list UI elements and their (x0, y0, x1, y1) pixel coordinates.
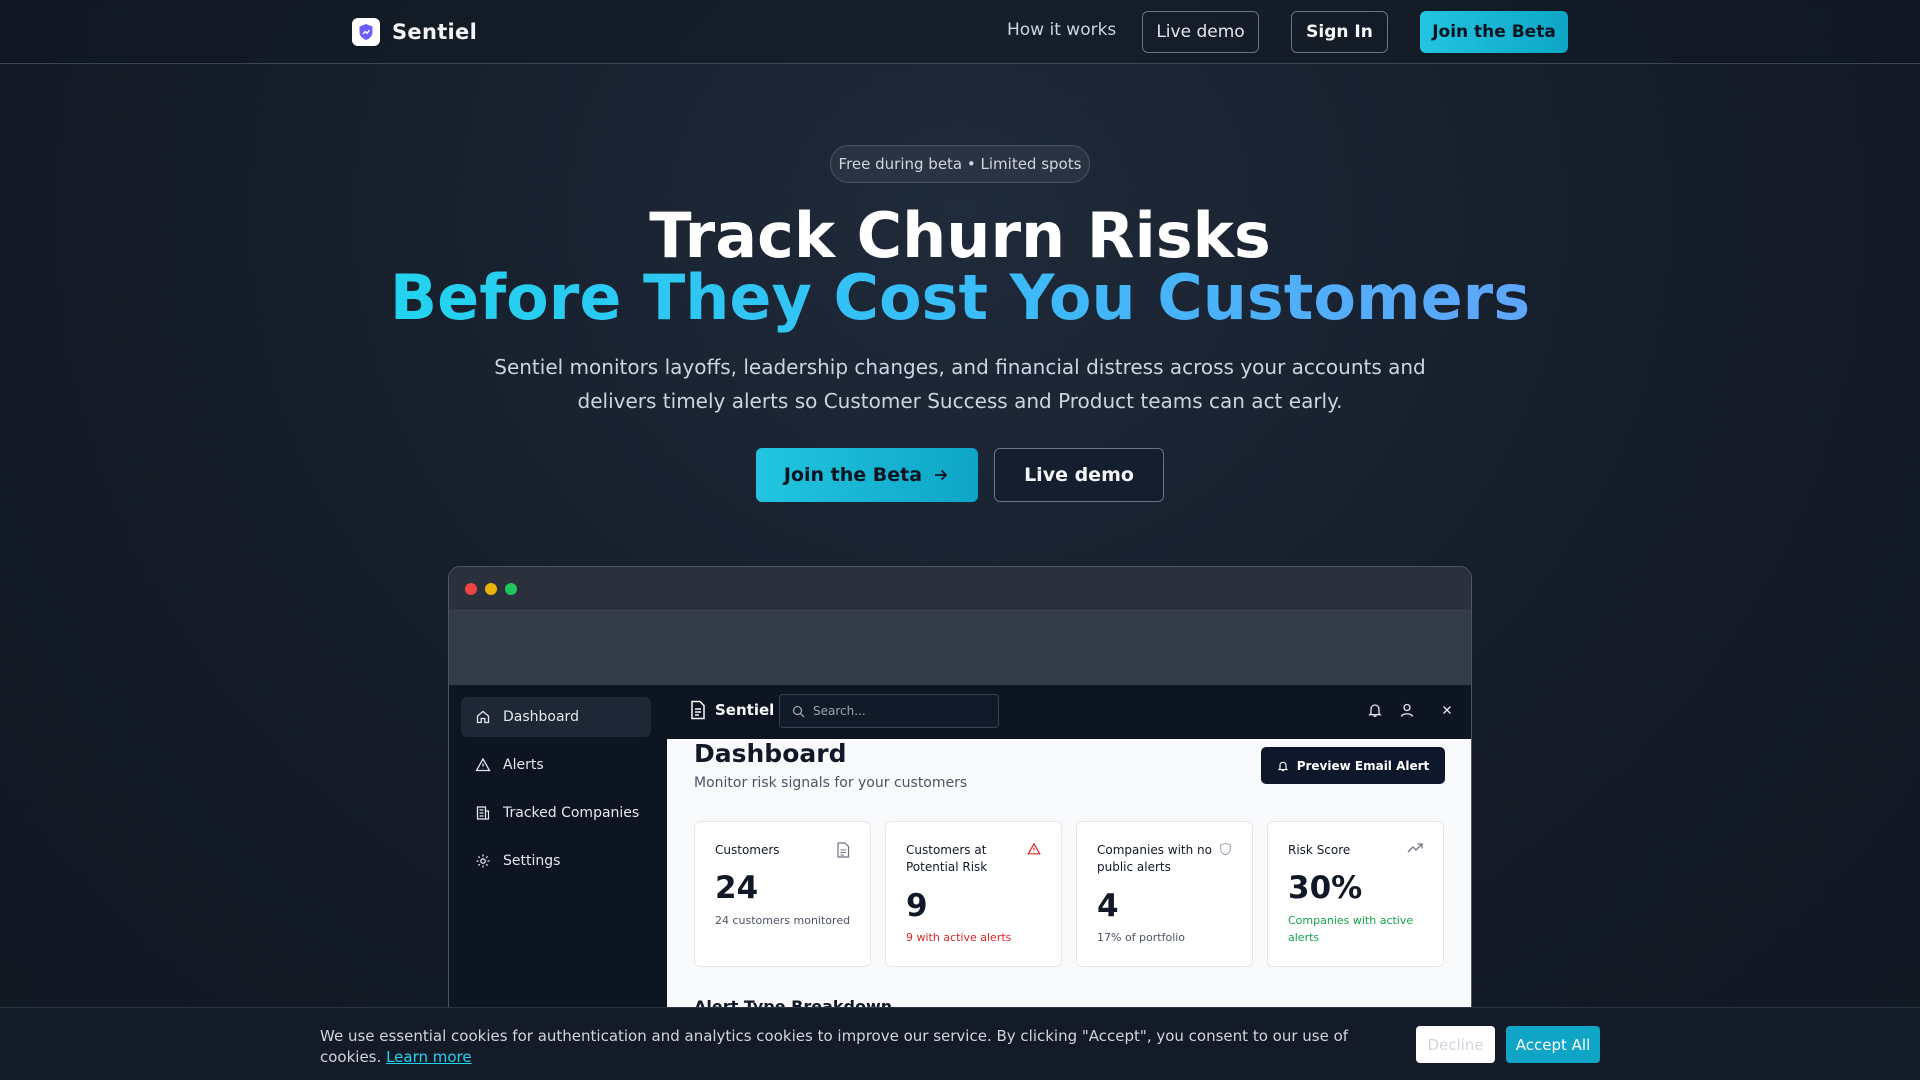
document-icon (837, 842, 850, 858)
building-icon (476, 806, 490, 820)
cookie-message: We use essential cookies for authenticat… (320, 1026, 1400, 1068)
close-icon[interactable] (1439, 702, 1455, 718)
sidebar-item-settings[interactable]: Settings (461, 841, 651, 881)
preview-email-alert-label: Preview Email Alert (1296, 758, 1430, 773)
nav-link-how-it-works[interactable]: How it works (1007, 20, 1116, 40)
card-label: Companies with no public alerts (1097, 843, 1212, 874)
topbar-actions (1367, 702, 1455, 718)
sidebar-item-dashboard[interactable]: Dashboard (461, 697, 651, 737)
document-icon (691, 700, 705, 720)
search-icon (792, 705, 805, 717)
search-input[interactable]: Search... (779, 694, 999, 728)
card-label: Customers (715, 843, 780, 857)
brand-name: Sentiel (392, 20, 478, 44)
learn-more-link[interactable]: Learn more (386, 1048, 472, 1066)
arrow-right-icon (935, 469, 948, 481)
card-value: 30% (1288, 870, 1363, 906)
sidebar-item-label: Alerts (503, 757, 544, 773)
card-value: 24 (715, 870, 759, 906)
warning-icon (475, 757, 491, 772)
warning-icon (1027, 842, 1041, 855)
app-preview-window: Dashboard Alerts Tracked Companies Setti… (448, 566, 1472, 1080)
bell-icon (1277, 761, 1288, 771)
trending-up-icon (1407, 843, 1423, 853)
window-chrome (449, 567, 1471, 611)
hero-join-beta-label: Join the Beta (783, 464, 923, 486)
page-subtitle: Monitor risk signals for your customers (694, 775, 968, 791)
card-label: Risk Score (1288, 843, 1351, 857)
sidebar-item-alerts[interactable]: Alerts (461, 745, 651, 785)
user-icon[interactable] (1399, 702, 1415, 718)
bell-icon[interactable] (1367, 702, 1383, 718)
cookie-text: We use essential cookies for authenticat… (320, 1027, 1349, 1066)
stat-card-risk-score[interactable]: Risk Score 30% Companies with active ale… (1267, 821, 1444, 967)
logo-icon (352, 18, 380, 46)
minimize-dot-icon (485, 583, 497, 595)
home-icon (476, 710, 490, 724)
search-placeholder: Search... (813, 704, 866, 718)
mock-brand-name: Sentiel (715, 701, 775, 719)
hero-join-beta-button[interactable]: Join the Beta (756, 448, 978, 502)
brand[interactable]: Sentiel (352, 18, 477, 46)
hero-title-highlight-text: Before They Cost You Customers (389, 261, 1531, 334)
mock-brand[interactable]: Sentiel (689, 700, 774, 720)
window-band (449, 611, 1471, 685)
shield-icon (1220, 842, 1231, 856)
gear-icon (476, 854, 490, 868)
sidebar-item-tracked-companies[interactable]: Tracked Companies (461, 793, 651, 833)
card-note: 24 customers monitored (715, 914, 851, 927)
close-dot-icon (465, 583, 477, 595)
sidebar-item-label: Tracked Companies (503, 805, 640, 821)
stat-card-no-alerts[interactable]: Companies with no public alerts 4 17% of… (1076, 821, 1253, 967)
top-nav: Sentiel How it works Live demo Sign In J… (0, 0, 1920, 64)
nav-live-demo-button[interactable]: Live demo (1142, 11, 1259, 53)
card-value: 9 (906, 888, 928, 924)
stat-card-customers[interactable]: Customers 24 24 customers monitored (694, 821, 871, 967)
maximize-dot-icon (505, 583, 517, 595)
preview-email-alert-button[interactable]: Preview Email Alert (1261, 747, 1445, 784)
beta-badge: Free during beta • Limited spots (830, 145, 1090, 183)
nav-join-beta-button[interactable]: Join the Beta (1420, 11, 1568, 53)
cookie-banner: We use essential cookies for authenticat… (0, 1007, 1920, 1080)
sign-in-button[interactable]: Sign In (1291, 11, 1388, 53)
hero-subtitle: Sentiel monitors layoffs, leadership cha… (494, 355, 1426, 413)
mock-topbar: Sentiel Search... (667, 685, 1471, 739)
sidebar-item-label: Dashboard (503, 709, 579, 725)
accept-all-button[interactable]: Accept All (1506, 1026, 1600, 1063)
hero-title-highlight: Before They Cost You Customers (0, 262, 1920, 334)
sidebar-item-label: Settings (503, 853, 561, 869)
card-label: Customers at Potential Risk (906, 843, 988, 874)
card-note: 9 with active alerts (906, 931, 1012, 944)
hero-live-demo-button[interactable]: Live demo (994, 448, 1164, 502)
decline-button[interactable]: Decline (1416, 1026, 1495, 1063)
card-value: 4 (1097, 888, 1119, 924)
card-note: Companies with active alerts (1288, 914, 1414, 944)
card-note: 17% of portfolio (1097, 931, 1186, 944)
stat-card-at-risk[interactable]: Customers at Potential Risk 9 9 with act… (885, 821, 1062, 967)
page-title: Dashboard (694, 739, 847, 768)
